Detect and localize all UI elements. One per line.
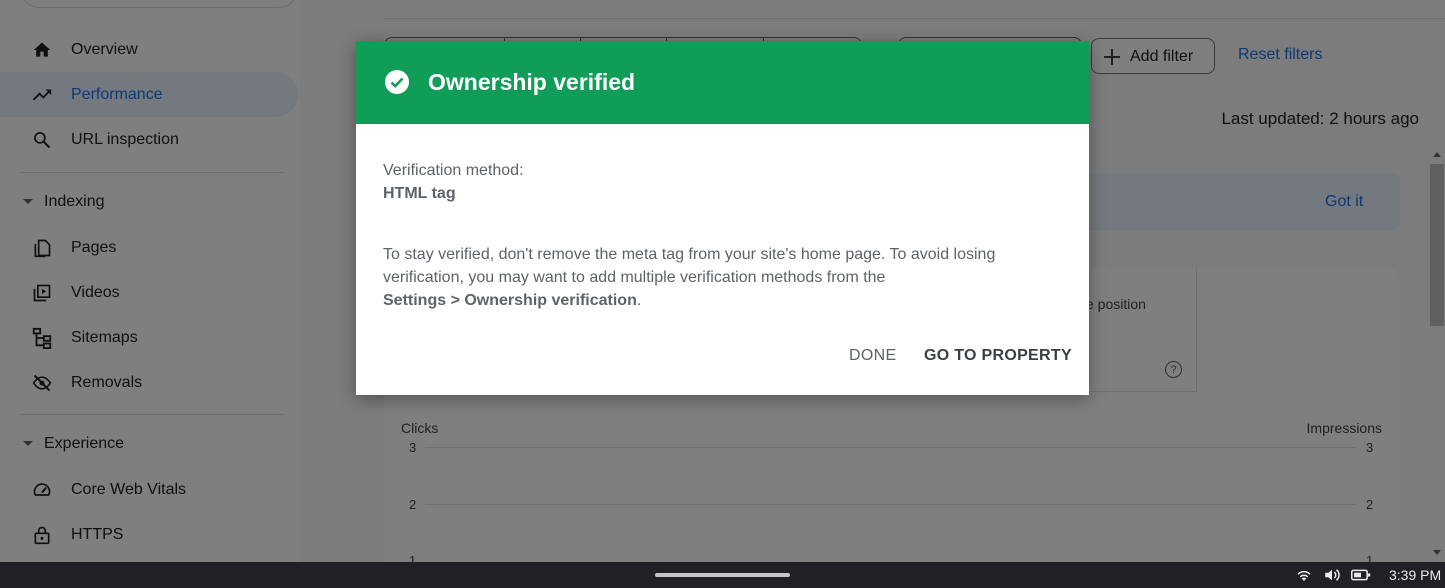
dialog-title: Ownership verified [428,69,636,95]
status-tray[interactable] [1295,567,1379,583]
body-lead-text: To stay verified, don't remove the meta … [383,246,996,286]
battery-icon [1351,567,1371,583]
home-gesture-bar[interactable] [655,573,790,577]
settings-path-text: Settings > Ownership verification [383,292,637,309]
verification-method-value: HTML tag [383,185,456,202]
system-taskbar: 3:39 PM [0,562,1445,588]
go-to-property-button[interactable]: GO TO PROPERTY [924,347,1072,365]
verification-method-label: Verification method: [383,162,524,179]
dialog-header: Ownership verified [356,41,1089,124]
dialog-body-text: To stay verified, don't remove the meta … [383,243,1023,312]
body-end-text: . [636,292,642,309]
wifi-icon [1295,567,1315,583]
app-window: Overview Performance URL inspection Inde… [0,0,1445,562]
ownership-verified-dialog: Ownership verified Verification method: … [356,41,1089,395]
check-circle-icon [385,70,409,94]
volume-icon [1323,567,1343,583]
clock-time: 3:39 PM [1389,567,1442,583]
done-button[interactable]: DONE [849,347,896,365]
